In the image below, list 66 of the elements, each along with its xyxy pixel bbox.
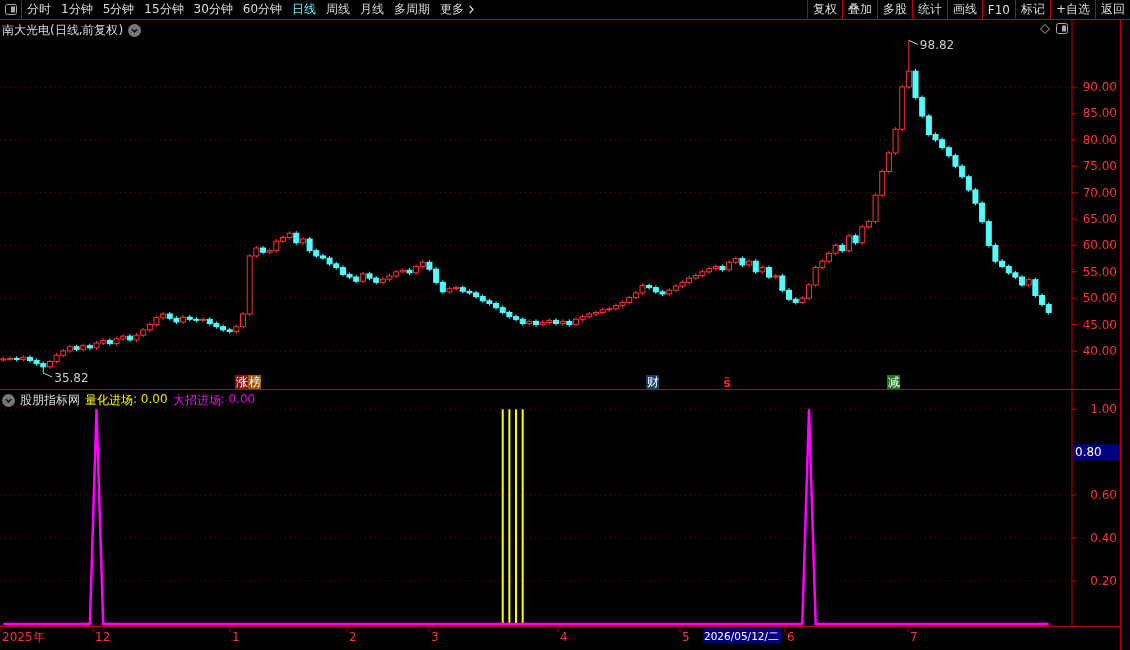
high-price-label: 98.82 bbox=[919, 38, 955, 53]
axis-label: 60.00 bbox=[1082, 238, 1117, 253]
axis-label: 0.60 bbox=[1090, 488, 1117, 503]
event-tag[interactable]: 榜 bbox=[248, 375, 261, 389]
axis-label: 90.00 bbox=[1082, 80, 1117, 94]
legend-label: 量化进场 bbox=[85, 392, 133, 409]
toolbar-button[interactable]: 标记 bbox=[1014, 0, 1050, 19]
toolbar-button[interactable]: 叠加 bbox=[841, 0, 877, 19]
axis-label: 85.00 bbox=[1082, 106, 1117, 121]
period-tab[interactable]: 周线 bbox=[326, 1, 351, 18]
period-tab[interactable]: 日线 bbox=[292, 1, 317, 18]
panel-toggle-icon[interactable] bbox=[1056, 23, 1068, 34]
toolbar-button[interactable]: 画线 bbox=[946, 0, 982, 19]
axis-label: 65.00 bbox=[1082, 212, 1117, 226]
diamond-icon[interactable] bbox=[1040, 23, 1050, 34]
axis-label: 1.00 bbox=[1090, 402, 1117, 417]
time-axis-label: 6 bbox=[787, 630, 795, 644]
more-menu[interactable]: 更多 bbox=[440, 1, 479, 18]
toolbar-button[interactable]: 多股 bbox=[876, 0, 912, 19]
cursor-date-label: 2026/05/12/二 bbox=[703, 628, 782, 643]
toolbar-button[interactable]: 复权 bbox=[806, 0, 842, 19]
cursor-value-label: 0.80 bbox=[1073, 444, 1120, 461]
time-axis-label: 4 bbox=[560, 630, 568, 644]
period-tab[interactable]: 60分钟 bbox=[242, 1, 283, 18]
event-tag[interactable]: 财 bbox=[646, 375, 659, 389]
dropdown-icon[interactable] bbox=[128, 24, 142, 37]
time-axis-label: 7 bbox=[910, 630, 918, 644]
time-axis-label: 5 bbox=[682, 630, 690, 644]
axis-label: 50.00 bbox=[1082, 291, 1117, 306]
period-tab[interactable]: 多周期 bbox=[394, 1, 431, 18]
time-axis-label: 3 bbox=[431, 630, 439, 644]
period-tab[interactable]: 30分钟 bbox=[193, 1, 233, 18]
toolbar-button[interactable]: 统计 bbox=[911, 0, 947, 19]
time-axis-label: 1 bbox=[232, 630, 240, 644]
axis-label: 45.00 bbox=[1082, 317, 1117, 332]
period-tab[interactable]: 1分钟 bbox=[61, 1, 93, 18]
indicator-name: 股朋指标网 bbox=[20, 392, 80, 409]
axis-label: 40.00 bbox=[1082, 344, 1117, 358]
axis-label: 75.00 bbox=[1082, 159, 1117, 174]
axis-label: 55.00 bbox=[1082, 264, 1117, 279]
time-axis-label: 2 bbox=[349, 630, 357, 644]
period-tab[interactable]: 月线 bbox=[360, 1, 385, 18]
period-tab[interactable]: 15分钟 bbox=[144, 1, 184, 18]
period-tab[interactable]: 5分钟 bbox=[102, 1, 135, 18]
time-axis-label: 12 bbox=[95, 630, 111, 644]
legend-value: : 0.00 bbox=[220, 392, 256, 408]
panel-toggle-icon[interactable] bbox=[4, 4, 17, 15]
event-tag[interactable]: 涨 bbox=[235, 375, 248, 389]
axis-label: 80.00 bbox=[1082, 132, 1117, 147]
axis-label: 70.00 bbox=[1082, 185, 1117, 200]
time-axis-label: 2025年 bbox=[2, 630, 45, 644]
toolbar-button[interactable]: +自选 bbox=[1049, 0, 1095, 19]
leader-line bbox=[908, 39, 919, 45]
toolbar-button[interactable]: F10 bbox=[981, 0, 1015, 19]
low-price-label: 35.82 bbox=[54, 371, 89, 386]
toolbar-button[interactable]: 返回 bbox=[1095, 0, 1130, 19]
dropdown-icon[interactable] bbox=[2, 394, 15, 407]
legend-value: : 0.00 bbox=[133, 392, 168, 408]
legend-label: 大招进场 bbox=[172, 392, 221, 409]
period-tab[interactable]: 分时 bbox=[27, 1, 51, 18]
axis-label: 0.40 bbox=[1090, 531, 1117, 546]
axis-label: 0.20 bbox=[1090, 573, 1117, 588]
event-sign[interactable]: ŝ bbox=[723, 375, 731, 390]
leader-line bbox=[42, 372, 53, 378]
event-tag[interactable]: 减 bbox=[887, 375, 900, 389]
chart-title: 南大光电(日线,前复权) bbox=[2, 22, 124, 39]
